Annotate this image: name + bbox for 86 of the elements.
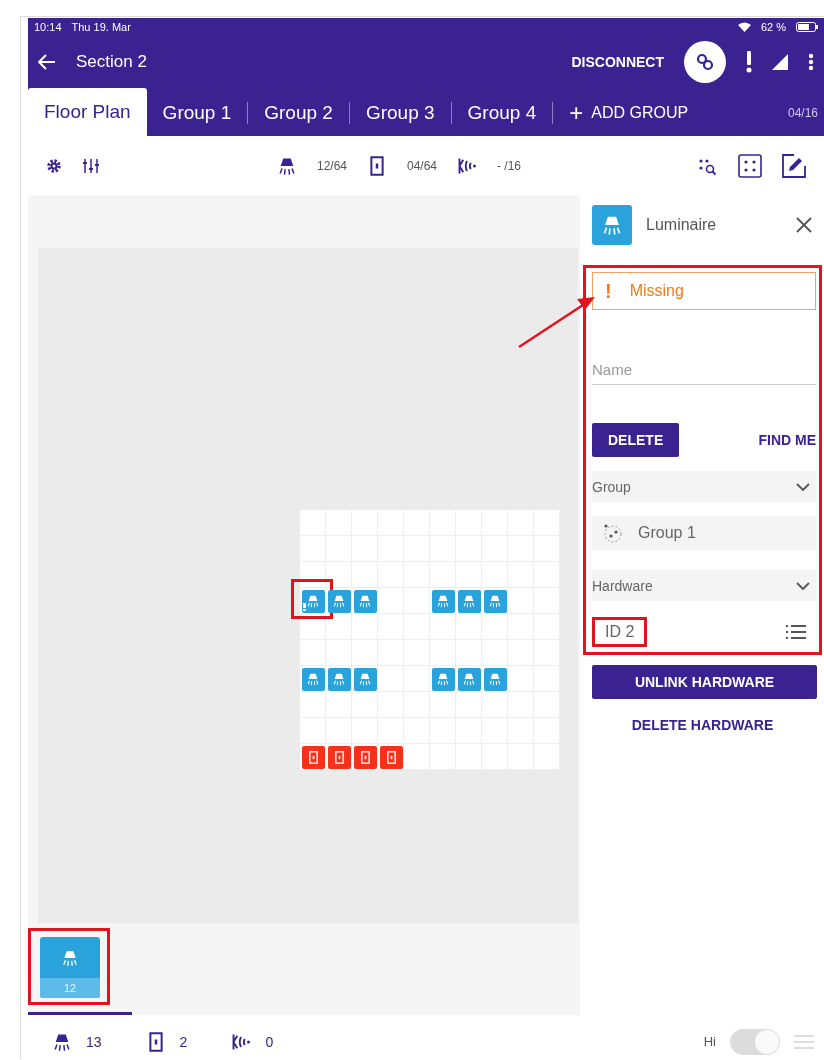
lamp-icon — [436, 594, 450, 608]
luminaire-tile[interactable] — [431, 589, 455, 613]
wifi-icon — [737, 21, 751, 32]
switch-tile[interactable] — [353, 745, 377, 769]
tab[interactable]: Floor Plan — [28, 88, 147, 136]
edit-icon[interactable] — [782, 153, 806, 178]
lamp-icon — [358, 594, 372, 608]
settings-icon[interactable] — [46, 157, 62, 174]
group-item[interactable]: Group 1 — [592, 516, 816, 550]
switch-tile[interactable] — [379, 745, 403, 769]
delete-hardware-link[interactable]: DELETE HARDWARE — [583, 713, 822, 737]
group-count: 04/16 — [787, 106, 818, 120]
footer-count: 13 — [86, 1033, 102, 1050]
item-label: Group 1 — [638, 524, 697, 542]
luminaire-tile[interactable] — [483, 667, 507, 691]
luminaire-tile[interactable] — [431, 667, 455, 691]
switch-tile[interactable] — [327, 745, 351, 769]
screen-title: Section 2 — [76, 51, 147, 72]
luminaire-tile[interactable] — [327, 589, 351, 613]
device-count: - /16 — [497, 158, 522, 173]
battery-icon — [796, 21, 818, 32]
luminaire-tile[interactable] — [301, 589, 325, 613]
warning-mark-icon — [303, 603, 306, 611]
device-count: 04/64 — [407, 158, 438, 173]
delete-button[interactable]: DELETE — [592, 423, 680, 457]
lamp-icon — [436, 672, 450, 686]
list-icon[interactable] — [786, 625, 806, 639]
group-dots-icon — [602, 522, 624, 544]
lamp-icon — [488, 672, 502, 686]
tab[interactable]: Group 2 — [248, 90, 349, 136]
add-group-tab[interactable]: + ADD GROUP — [553, 90, 705, 136]
lamp-icon — [462, 672, 476, 686]
fit-view-icon[interactable] — [738, 153, 762, 178]
device-count: 12/64 — [316, 158, 347, 173]
switch-icon — [384, 750, 398, 764]
lamp-icon — [306, 594, 320, 608]
switch-icon — [358, 750, 372, 764]
toggle-label: Hi — [703, 1034, 716, 1049]
luminaire-tile[interactable] — [353, 667, 377, 691]
panel-title: Luminaire — [646, 216, 718, 234]
luminaire-tile[interactable] — [457, 589, 481, 613]
lamp-icon — [61, 948, 79, 967]
luminaire-tile[interactable] — [353, 589, 377, 613]
status-time: 10:14 — [34, 20, 62, 33]
back-arrow-icon[interactable] — [38, 53, 56, 70]
lamp-icon — [332, 594, 346, 608]
sliders-icon[interactable] — [82, 156, 100, 175]
alert-icon[interactable] — [746, 50, 752, 73]
switch-icon — [332, 750, 346, 764]
switch-icon — [306, 750, 320, 764]
close-icon[interactable] — [796, 217, 812, 233]
tab[interactable]: Group 4 — [451, 90, 553, 136]
lamp-icon — [462, 594, 476, 608]
more-icon[interactable] — [808, 52, 814, 71]
switch-icon — [367, 155, 387, 176]
unlink-hardware-button[interactable]: UNLINK HARDWARE — [592, 665, 817, 699]
luminaire-tile[interactable] — [301, 667, 325, 691]
tray-count: 12 — [40, 978, 100, 998]
signal-icon[interactable] — [772, 53, 788, 70]
toggle-switch[interactable] — [730, 1028, 780, 1055]
chevron-icon — [796, 481, 810, 492]
find-me-link[interactable]: FIND ME — [758, 428, 816, 452]
exclamation-mark: ! — [605, 279, 612, 303]
link-button[interactable] — [684, 40, 726, 83]
luminaire-tile[interactable] — [483, 589, 507, 613]
status-date: Thu 19. Mar — [71, 20, 131, 33]
disconnect-button[interactable]: DISCONNECT — [571, 53, 664, 70]
lamp-icon — [601, 214, 623, 236]
tab[interactable]: Group 1 — [146, 90, 248, 136]
lamp-icon — [332, 672, 346, 686]
luminaire-tile[interactable] — [457, 667, 481, 691]
switch-tile[interactable] — [301, 745, 325, 769]
section-header[interactable]: Group — [592, 471, 816, 502]
chevron-icon — [796, 580, 810, 591]
link-icon — [695, 51, 715, 72]
status-text: Missing — [629, 282, 684, 300]
footer-count: 0 — [265, 1033, 274, 1050]
tab[interactable]: Group 3 — [349, 90, 451, 136]
luminaire-tile[interactable] — [327, 667, 351, 691]
battery-percent: 62 % — [760, 20, 786, 33]
hardware-id: ID 2 — [592, 617, 648, 647]
lamp-icon — [358, 672, 372, 686]
footer-count: 2 — [179, 1033, 188, 1050]
section-header[interactable]: Hardware — [592, 570, 816, 601]
lamp-icon — [306, 672, 320, 686]
lamp-icon — [488, 594, 502, 608]
